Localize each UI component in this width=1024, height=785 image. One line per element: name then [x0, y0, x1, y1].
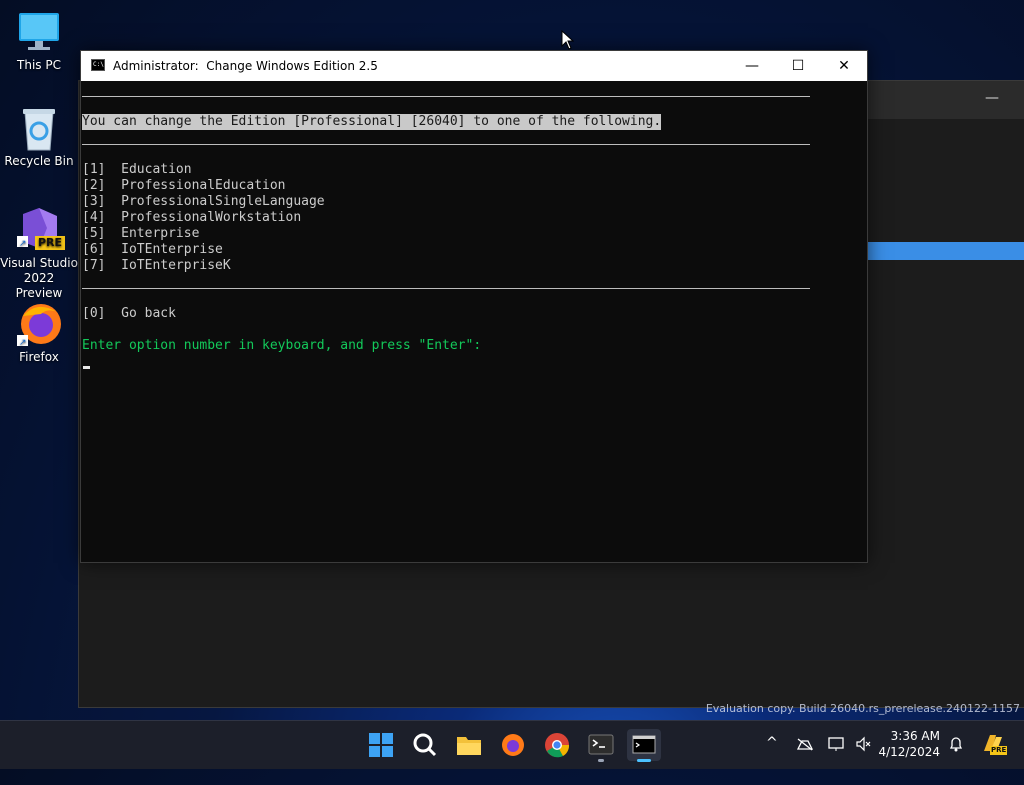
option-line: [2] ProfessionalEducation [82, 178, 286, 194]
option-name: IoTEnterpriseK [121, 258, 231, 273]
console-output[interactable]: You can change the Edition [Professional… [82, 82, 867, 562]
firefox-icon: ↗ [17, 302, 61, 348]
cmd-taskbar-button[interactable] [627, 729, 661, 762]
option-number: [1] [82, 162, 106, 177]
option-number: [4] [82, 210, 106, 225]
option-name: Education [121, 162, 192, 177]
file-explorer-icon [457, 737, 481, 755]
option-number: [7] [82, 258, 106, 273]
separator-line [82, 288, 810, 289]
terminal-button[interactable] [584, 729, 618, 762]
console-titlebar[interactable]: C:\ Administrator: Change Windows Editio… [81, 51, 867, 81]
this-pc-icon [17, 10, 61, 54]
desktop-icon-label: Recycle Bin [4, 154, 74, 168]
option-number: [3] [82, 194, 106, 209]
evaluation-watermark: Evaluation copy. Build 26040.rs_prerelea… [705, 702, 1020, 715]
chrome-button[interactable] [540, 729, 574, 761]
copilot-pre-badge: PRE [990, 746, 1008, 755]
visual-studio-icon: ↗ PRE [17, 204, 66, 252]
background-window-minimize-button[interactable]: — [985, 90, 999, 106]
separator-line [82, 96, 810, 97]
start-button[interactable] [364, 729, 398, 761]
option-line: [4] ProfessionalWorkstation [82, 210, 301, 226]
svg-text:↗: ↗ [19, 239, 27, 249]
terminal-icon [588, 734, 614, 755]
desktop-icon-recycle-bin[interactable]: Recycle Bin [0, 106, 78, 169]
cmd-icon [632, 735, 656, 754]
window-title: Administrator: Change Windows Edition 2.… [113, 59, 378, 73]
clock-time: 3:36 AM [890, 729, 940, 743]
desktop-icon-visual-studio[interactable]: ↗ PRE Visual Studio 2022 Preview [0, 204, 78, 301]
search-button[interactable] [408, 729, 442, 761]
cmd-icon: C:\ [91, 59, 105, 71]
option-number: [5] [82, 226, 106, 241]
close-button[interactable]: ✕ [821, 51, 867, 81]
clock[interactable]: 3:36 AM 4/12/2024 [878, 728, 940, 760]
firefox-icon [502, 734, 524, 756]
back-option-line: [0] Go back [82, 306, 176, 322]
start-icon [369, 733, 393, 757]
clock-date: 4/12/2024 [878, 745, 940, 759]
minimize-button[interactable]: — [729, 51, 775, 81]
text-cursor [83, 366, 90, 369]
window-title-text: Change Windows Edition 2.5 [206, 59, 378, 73]
file-explorer-button[interactable] [452, 729, 486, 761]
option-line: [7] IoTEnterpriseK [82, 258, 231, 274]
tray-overflow-chevron[interactable]: ^ [766, 735, 778, 783]
option-line: [1] Education [82, 162, 192, 178]
desktop-icon-label: 2022 Preview [15, 271, 63, 300]
taskbar: ^ 3:36 AM 4/12/2024 PRE [0, 720, 1024, 769]
separator-line [82, 144, 810, 145]
chrome-icon [545, 733, 570, 758]
background-window-selection-bar [865, 242, 1024, 260]
desktop-icon-this-pc[interactable]: This PC [0, 10, 78, 73]
option-name: IoTEnterprise [121, 242, 223, 257]
pre-badge: PRE [35, 236, 66, 250]
active-indicator [637, 759, 651, 762]
console-window[interactable]: C:\ Administrator: Change Windows Editio… [80, 50, 868, 563]
option-line: [3] ProfessionalSingleLanguage [82, 194, 325, 210]
option-name: Go back [121, 306, 176, 321]
desktop-icon-firefox[interactable]: ↗ Firefox [0, 302, 78, 365]
desktop-icon-label: This PC [17, 58, 61, 72]
option-name: ProfessionalSingleLanguage [121, 194, 325, 209]
mouse-pointer-icon [561, 30, 575, 50]
console-header-text: You can change the Edition [Professional… [82, 114, 662, 130]
desktop-icon-label: Firefox [19, 350, 59, 364]
option-name: ProfessionalEducation [121, 178, 286, 193]
option-name: Enterprise [121, 226, 200, 241]
copilot-button[interactable]: PRE [980, 731, 1008, 757]
search-icon [413, 733, 437, 757]
display-icon[interactable] [828, 736, 846, 784]
network-offline-icon[interactable] [796, 737, 814, 785]
recycle-bin-icon [17, 106, 61, 151]
running-indicator [598, 759, 604, 762]
option-number: [2] [82, 178, 106, 193]
option-number: [6] [82, 242, 106, 257]
option-line: [5] Enterprise [82, 226, 199, 242]
maximize-button[interactable]: ☐ [775, 51, 821, 81]
desktop-icon-label: Visual Studio [0, 256, 78, 270]
option-line: [6] IoTEnterprise [82, 242, 223, 258]
svg-text:↗: ↗ [19, 338, 27, 346]
window-title-prefix: Administrator: [113, 59, 199, 73]
option-number: [0] [82, 306, 106, 321]
volume-muted-icon[interactable] [855, 736, 873, 784]
notifications-bell-icon[interactable] [948, 735, 964, 783]
option-name: ProfessionalWorkstation [121, 210, 302, 225]
firefox-taskbar-button[interactable] [496, 729, 530, 761]
input-prompt: Enter option number in keyboard, and pre… [82, 338, 482, 353]
